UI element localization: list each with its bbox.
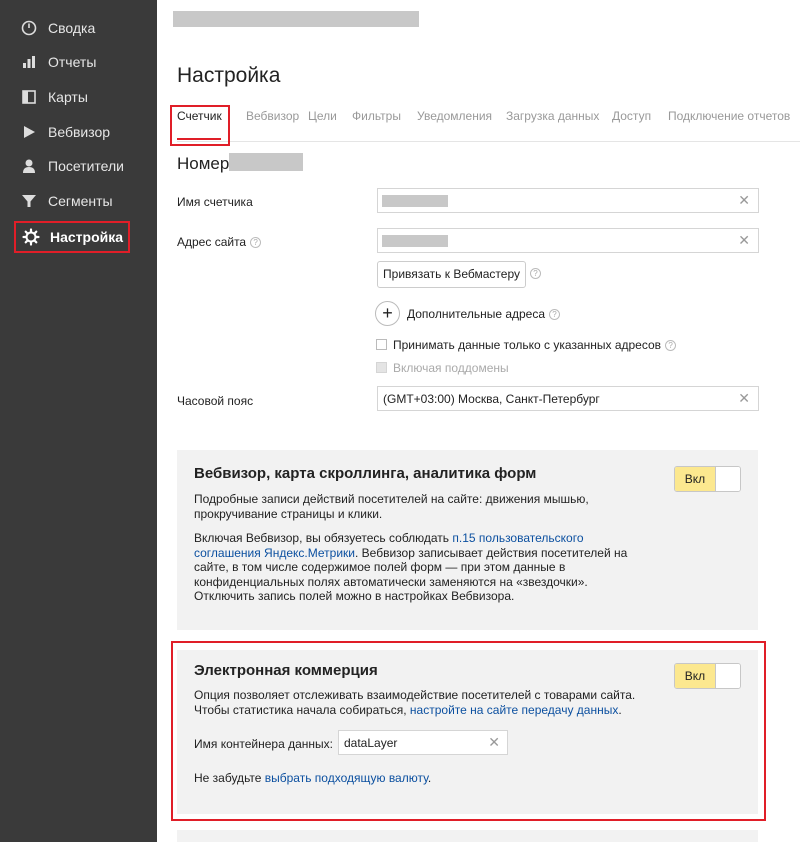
timezone-field[interactable]: (GMT+03:00) Москва, Санкт-Петербург ✕ [377, 386, 759, 411]
webvisor-panel-title: Вебвизор, карта скроллинга, аналитика фо… [194, 465, 537, 482]
subdomains-checkbox[interactable] [376, 362, 387, 373]
toggle-knob [715, 467, 740, 491]
sidebar-item-visitors[interactable]: Посетители [14, 150, 130, 182]
timezone-label: Часовой пояс [177, 394, 254, 408]
sidebar-item-maps[interactable]: Карты [14, 81, 130, 113]
tab-report-connection[interactable]: Подключение отчетов [668, 109, 790, 123]
redacted-site-address [382, 235, 448, 247]
counter-number-label: Номер [177, 154, 230, 173]
clear-icon[interactable]: ✕ [738, 192, 750, 209]
sidebar-item-label: Сегменты [48, 193, 113, 209]
person-icon [20, 157, 38, 175]
sidebar-item-settings[interactable]: Настройка [14, 221, 130, 253]
sidebar-item-label: Отчеты [48, 54, 97, 70]
sidebar-item-reports[interactable]: Отчеты [14, 46, 130, 78]
webvisor-description: Подробные записи действий посетителей на… [194, 492, 589, 521]
additional-addresses-label[interactable]: Дополнительные адреса? [407, 307, 561, 321]
sidebar-item-label: Сводка [48, 20, 96, 36]
sidebar-item-webvisor[interactable]: Вебвизор [14, 116, 130, 148]
sidebar-item-label: Настройка [50, 229, 124, 245]
tab-access[interactable]: Доступ [612, 109, 651, 123]
dashboard-icon [20, 19, 38, 37]
help-icon[interactable]: ? [665, 340, 677, 352]
subdomains-label: Включая поддомены [393, 361, 509, 375]
help-icon[interactable]: ? [250, 237, 262, 249]
sidebar: Сводка Отчеты Карты Вебвизор Посетители … [0, 0, 157, 842]
sidebar-item-label: Посетители [48, 158, 124, 174]
page-title: Настройка [177, 64, 281, 87]
link-webmaster-button[interactable]: Привязать к Вебмастеру [377, 261, 526, 288]
filter-icon [20, 192, 38, 210]
only-specified-label: Принимать данные только с указанных адре… [393, 338, 677, 352]
counter-name-label: Имя счетчика [177, 195, 253, 209]
sidebar-item-label: Карты [48, 89, 88, 105]
gear-icon [22, 228, 40, 246]
toggle-on-label: Вкл [675, 467, 715, 491]
help-icon[interactable]: ? [549, 309, 561, 321]
webvisor-agreement-text: Включая Вебвизор, вы обязуетесь соблюдат… [194, 531, 628, 603]
tab-goals[interactable]: Цели [308, 109, 337, 123]
ecommerce-highlight-frame [171, 641, 766, 821]
site-address-label: Адрес сайта? [177, 235, 262, 249]
main-content: Настройка Счетчик Вебвизор Цели Фильтры … [157, 0, 800, 842]
tab-counter[interactable]: Счетчик [170, 105, 230, 146]
clear-icon[interactable]: ✕ [738, 390, 750, 407]
sidebar-item-summary[interactable]: Сводка [14, 12, 130, 44]
tab-active-underline [177, 138, 221, 140]
timezone-value: (GMT+03:00) Москва, Санкт-Петербург [383, 392, 600, 406]
webvisor-toggle[interactable]: Вкл [674, 466, 741, 492]
tab-data-upload[interactable]: Загрузка данных [506, 109, 599, 123]
clear-icon[interactable]: ✕ [738, 232, 750, 249]
help-icon[interactable]: ? [530, 268, 541, 279]
redacted-counter-number [229, 153, 303, 171]
settings-tabs: Счетчик Вебвизор Цели Фильтры Уведомлени… [170, 100, 800, 146]
play-icon [20, 123, 38, 141]
tab-notifications[interactable]: Уведомления [417, 109, 492, 123]
redacted-counter-name [382, 195, 448, 207]
only-specified-checkbox[interactable] [376, 339, 387, 350]
next-panel [177, 830, 758, 842]
webvisor-panel: Вебвизор, карта скроллинга, аналитика фо… [177, 450, 758, 630]
redacted-counter-header [173, 11, 419, 27]
tab-webvisor[interactable]: Вебвизор [246, 109, 299, 123]
bar-chart-icon [20, 53, 38, 71]
sidebar-item-label: Вебвизор [48, 124, 111, 140]
counter-name-field[interactable]: ✕ [377, 188, 759, 213]
tab-filters[interactable]: Фильтры [352, 109, 401, 123]
site-address-field[interactable]: ✕ [377, 228, 759, 253]
map-icon [20, 88, 38, 106]
sidebar-item-segments[interactable]: Сегменты [14, 185, 130, 217]
add-address-plus-icon[interactable]: + [375, 301, 400, 326]
